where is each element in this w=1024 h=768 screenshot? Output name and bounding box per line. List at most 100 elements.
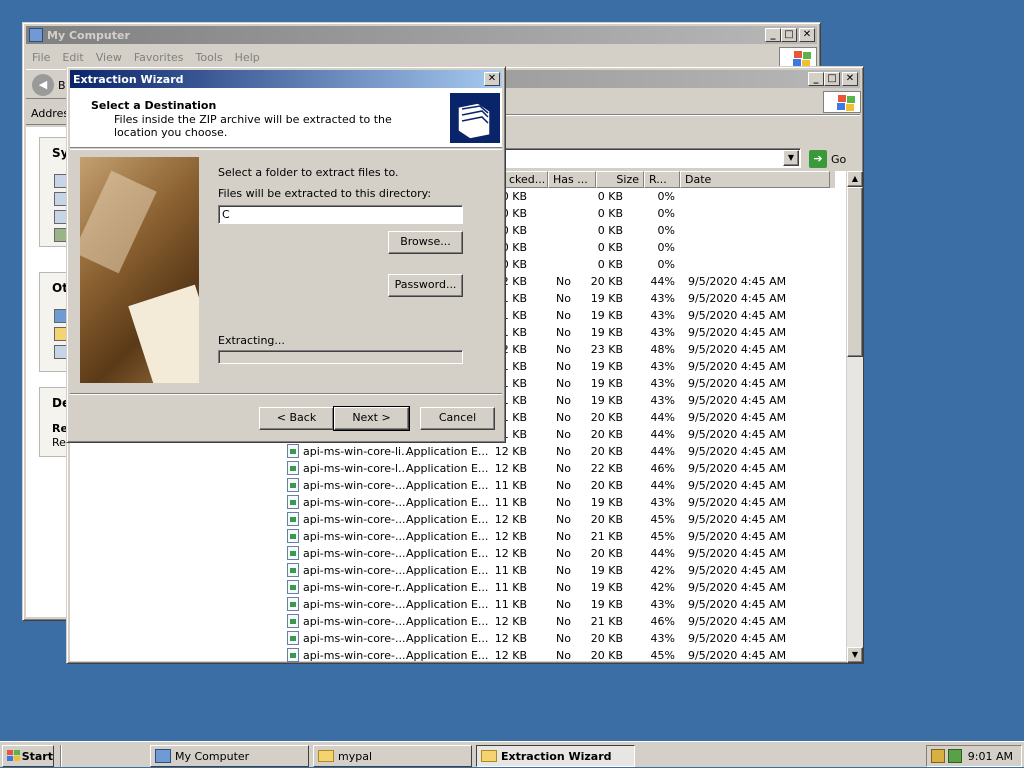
wizard-titlebar[interactable]: Extraction Wizard ✕ bbox=[70, 70, 502, 88]
directory-input[interactable]: C bbox=[218, 205, 463, 224]
maximize-button[interactable]: □ bbox=[824, 72, 840, 86]
tray-icon[interactable] bbox=[931, 749, 945, 763]
cell-ratio: 42% bbox=[650, 581, 675, 594]
next-button[interactable]: Next > bbox=[333, 406, 410, 431]
table-row[interactable]: api-ms-win-core-... Application E... 12 KB… bbox=[67, 647, 847, 664]
close-button[interactable]: ✕ bbox=[799, 28, 815, 42]
cell-size: 19 KB bbox=[590, 309, 623, 322]
cell-packed: 12 KB bbox=[494, 513, 527, 526]
table-row[interactable]: api-ms-win-core-r... Application E... 11 K… bbox=[67, 579, 847, 596]
cell-size: 21 KB bbox=[590, 530, 623, 543]
cell-pw: No bbox=[556, 428, 571, 441]
file-icon bbox=[287, 495, 299, 509]
cell-date: 9/5/2020 4:45 AM bbox=[688, 530, 787, 543]
taskbar-item-my-computer[interactable]: My Computer bbox=[150, 745, 309, 767]
table-row[interactable]: api-ms-win-core-... Application E... 12 KB… bbox=[67, 630, 847, 647]
details-item-text: Re bbox=[52, 436, 66, 449]
vertical-scrollbar[interactable]: ▲ ▼ bbox=[847, 171, 863, 663]
wizard-subheading: Files inside the ZIP archive will be ext… bbox=[114, 113, 392, 139]
cell-size: 19 KB bbox=[590, 394, 623, 407]
taskbar-item-mypal[interactable]: mypal bbox=[313, 745, 472, 767]
back-button[interactable]: < Back bbox=[259, 407, 334, 430]
cell-pw: No bbox=[556, 547, 571, 560]
cell-ratio: 43% bbox=[650, 326, 675, 339]
scroll-down-button[interactable]: ▼ bbox=[847, 647, 863, 663]
cell-size: 19 KB bbox=[590, 377, 623, 390]
scroll-up-button[interactable]: ▲ bbox=[847, 171, 863, 187]
table-row[interactable]: api-ms-win-core-l... Application E... 12 K… bbox=[67, 460, 847, 477]
cell-pw: No bbox=[556, 632, 571, 645]
scroll-thumb[interactable] bbox=[847, 187, 863, 357]
taskbar-item-extraction-wizard[interactable]: Extraction Wizard bbox=[476, 745, 635, 767]
cell-size: 19 KB bbox=[590, 360, 623, 373]
menu-favorites[interactable]: Favorites bbox=[128, 51, 190, 64]
start-button[interactable]: Start bbox=[2, 745, 54, 767]
cell-pw: No bbox=[556, 275, 571, 288]
cell-ratio: 45% bbox=[650, 513, 675, 526]
cell-ratio: 0% bbox=[657, 224, 675, 237]
cell-date: 9/5/2020 4:45 AM bbox=[688, 632, 787, 645]
cell-ratio: 46% bbox=[650, 462, 675, 475]
cell-ratio: 44% bbox=[650, 479, 675, 492]
taskbar-item-label: My Computer bbox=[175, 749, 250, 763]
file-icon bbox=[287, 614, 299, 628]
table-row[interactable]: api-ms-win-core-... Application E... 12 KB… bbox=[67, 545, 847, 562]
cell-pw: No bbox=[556, 479, 571, 492]
col-packed[interactable]: cked... bbox=[504, 171, 548, 188]
computer-icon bbox=[29, 28, 43, 42]
cell-date: 9/5/2020 4:45 AM bbox=[688, 479, 787, 492]
cell-name: api-ms-win-core-... bbox=[303, 632, 406, 645]
cell-size: 20 KB bbox=[590, 649, 623, 662]
minimize-button[interactable]: _ bbox=[765, 28, 781, 42]
table-row[interactable]: api-ms-win-core-... Application E... 11 KB… bbox=[67, 477, 847, 494]
cell-type: Application E... bbox=[406, 479, 489, 492]
cell-ratio: 43% bbox=[650, 598, 675, 611]
tray-icon[interactable] bbox=[948, 749, 962, 763]
table-row[interactable]: api-ms-win-core-... Application E... 12 KB… bbox=[67, 511, 847, 528]
col-size[interactable]: Size bbox=[596, 171, 644, 188]
clock[interactable]: 9:01 AM bbox=[968, 750, 1013, 763]
cell-date: 9/5/2020 4:45 AM bbox=[688, 394, 787, 407]
go-label: Go bbox=[831, 152, 847, 166]
cell-packed: 12 KB bbox=[494, 615, 527, 628]
menu-view[interactable]: View bbox=[90, 51, 128, 64]
cancel-button[interactable]: Cancel bbox=[420, 407, 495, 430]
cell-size: 0 KB bbox=[597, 241, 623, 254]
wizard-side-image bbox=[80, 157, 199, 383]
cell-date: 9/5/2020 4:45 AM bbox=[688, 275, 787, 288]
table-row[interactable]: api-ms-win-core-li... Application E... 12 … bbox=[67, 443, 847, 460]
table-row[interactable]: api-ms-win-core-... Application E... 12 KB… bbox=[67, 613, 847, 630]
menu-file[interactable]: File bbox=[26, 51, 56, 64]
menu-edit[interactable]: Edit bbox=[56, 51, 89, 64]
my-computer-titlebar[interactable]: My Computer _ □ ✕ bbox=[26, 26, 817, 44]
maximize-button[interactable]: □ bbox=[781, 28, 797, 42]
menu-help[interactable]: Help bbox=[229, 51, 266, 64]
table-row[interactable]: api-ms-win-core-... Application E... 11 KB… bbox=[67, 562, 847, 579]
close-button[interactable]: ✕ bbox=[484, 72, 500, 86]
go-button[interactable]: ➔ Go bbox=[809, 149, 846, 169]
address-label: Addres bbox=[31, 107, 70, 120]
table-row[interactable]: api-ms-win-core-... Application E... 11 KB… bbox=[67, 494, 847, 511]
cell-name: api-ms-win-core-... bbox=[303, 530, 406, 543]
cell-ratio: 45% bbox=[650, 530, 675, 543]
close-button[interactable]: ✕ bbox=[842, 72, 858, 86]
cell-ratio: 46% bbox=[650, 615, 675, 628]
col-date[interactable]: Date bbox=[680, 171, 830, 188]
minimize-button[interactable]: _ bbox=[808, 72, 824, 86]
windows-logo-icon bbox=[823, 91, 861, 113]
address-dropdown-button[interactable]: ▼ bbox=[783, 150, 799, 166]
cell-size: 0 KB bbox=[597, 207, 623, 220]
col-ratio[interactable]: R... bbox=[644, 171, 680, 188]
browse-button[interactable]: Browse... bbox=[388, 231, 463, 254]
file-icon bbox=[287, 529, 299, 543]
zip-archive-icon bbox=[450, 93, 500, 143]
cell-type: Application E... bbox=[406, 632, 489, 645]
back-button[interactable]: ◀ bbox=[32, 74, 54, 96]
list-header: cked... Has ... Size R... Date bbox=[504, 171, 835, 188]
cell-size: 20 KB bbox=[590, 632, 623, 645]
table-row[interactable]: api-ms-win-core-... Application E... 12 KB… bbox=[67, 528, 847, 545]
col-has-password[interactable]: Has ... bbox=[548, 171, 596, 188]
password-button[interactable]: Password... bbox=[388, 274, 463, 297]
table-row[interactable]: api-ms-win-core-... Application E... 11 KB… bbox=[67, 596, 847, 613]
menu-tools[interactable]: Tools bbox=[190, 51, 229, 64]
